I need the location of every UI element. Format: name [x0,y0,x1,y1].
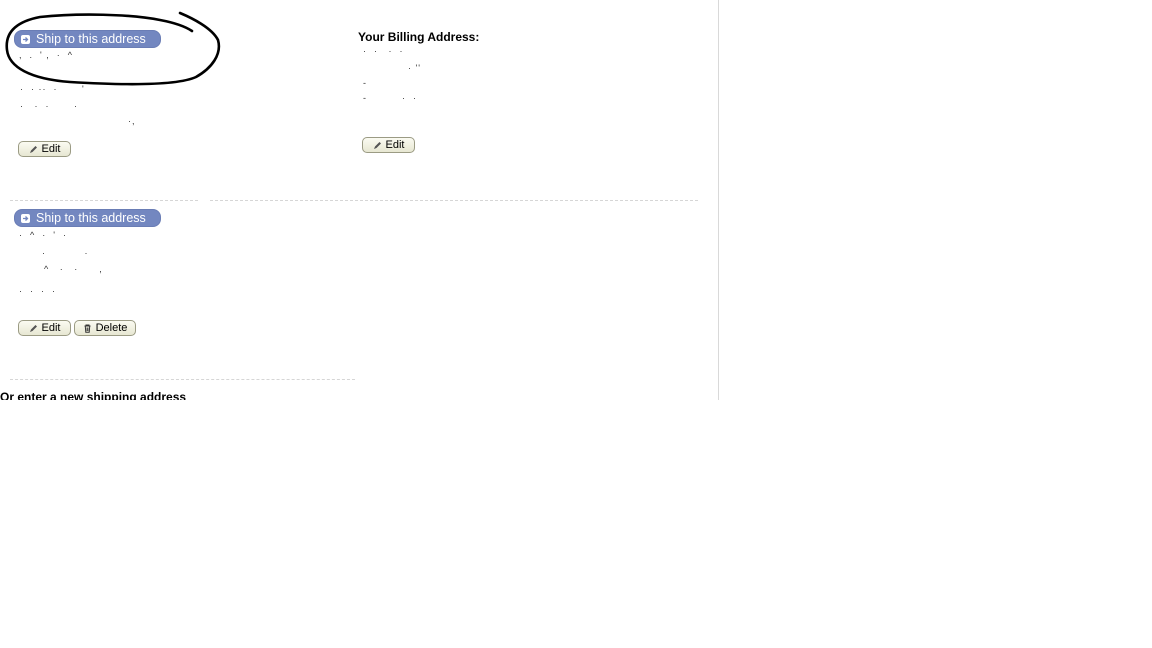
edit-address-2-button[interactable]: Edit [18,320,71,336]
edit-address-1-button[interactable]: Edit [18,141,71,157]
pencil-icon [29,324,37,332]
redacted-address-text: - · · [363,93,417,103]
redacted-address-text: ^ · · , [44,264,103,274]
divider [210,200,698,201]
trash-icon [84,324,91,333]
redacted-address-text: · · · · [363,46,404,56]
edit-label: Edit [385,139,405,151]
delete-address-2-button[interactable]: Delete [74,320,136,336]
redacted-address-text: · · ·· · ' [20,84,85,94]
redacted-address-text: · '' [408,63,421,73]
divider [10,200,198,201]
edit-label: Edit [41,143,61,155]
ship-to-this-address-button-2[interactable]: Ship to this address [14,209,161,227]
ship-button-label: Ship to this address [36,32,146,46]
ship-to-this-address-button-1[interactable]: Ship to this address [14,30,161,48]
pencil-icon [373,141,381,149]
billing-address-heading: Your Billing Address: [358,30,480,44]
redacted-address-text: - [363,78,367,88]
redacted-address-text: · ^ · ' · [19,230,67,240]
redacted-address-text: , . ' , · ^ [19,50,73,60]
redacted-address-text: · · [42,248,89,258]
edit-label: Edit [41,322,61,334]
redacted-address-text: · · · · [19,286,56,296]
ship-button-label: Ship to this address [36,211,146,225]
redacted-address-text: ·, [128,116,136,126]
arrow-right-icon [21,213,30,223]
pencil-icon [29,145,37,153]
arrow-right-icon [21,34,30,44]
delete-label: Delete [95,322,128,334]
edit-billing-address-button[interactable]: Edit [362,137,415,153]
checkout-address-area: Ship to this address , . ' , · ^ · · ·· … [0,0,718,400]
redacted-address-text: · · · · [20,101,78,111]
new-shipping-address-prompt: Or enter a new shipping address [0,390,187,400]
divider [10,379,355,380]
content-right-border [718,0,719,400]
